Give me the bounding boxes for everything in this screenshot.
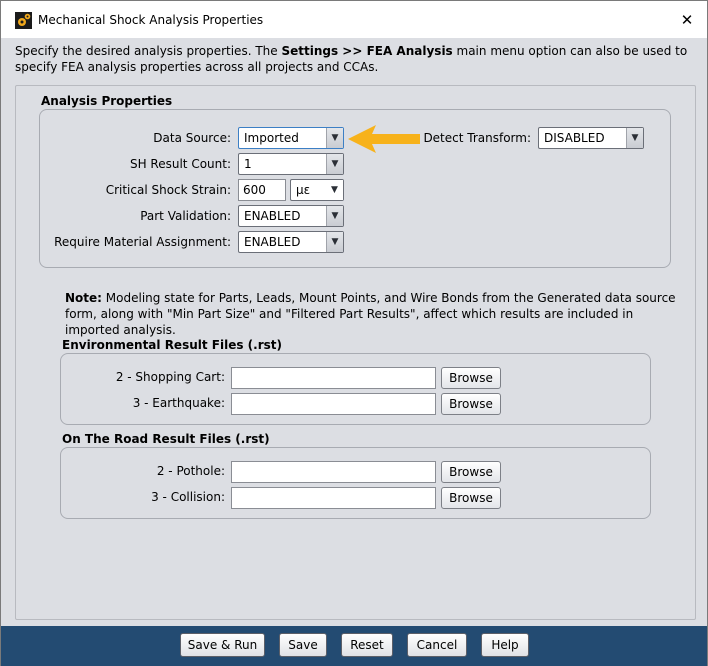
- sh-result-count-dropdown[interactable]: 1 ▼: [238, 153, 344, 175]
- part-validation-label: Part Validation:: [140, 209, 231, 223]
- pothole-label: 2 - Pothole:: [156, 464, 225, 478]
- detect-transform-label: Detect Transform:: [423, 131, 531, 145]
- data-source-value: Imported: [244, 131, 299, 145]
- chevron-down-icon: ▼: [326, 128, 343, 148]
- pothole-browse-button[interactable]: Browse: [441, 461, 501, 483]
- shopping-cart-file-input[interactable]: [231, 367, 436, 389]
- shopping-cart-label: 2 - Shopping Cart:: [115, 370, 225, 384]
- collision-browse-button[interactable]: Browse: [441, 487, 501, 509]
- require-material-value: ENABLED: [244, 235, 301, 249]
- environmental-files-title: Environmental Result Files (.rst): [62, 338, 282, 352]
- critical-shock-strain-label: Critical Shock Strain:: [105, 183, 231, 197]
- data-source-dropdown[interactable]: Imported ▼: [238, 127, 344, 149]
- chevron-down-icon: ▼: [626, 128, 643, 148]
- earthquake-label: 3 - Earthquake:: [132, 396, 225, 410]
- collision-label: 3 - Collision:: [151, 490, 225, 504]
- chevron-down-icon: ▼: [326, 232, 343, 252]
- title-bar: Mechanical Shock Analysis Properties ✕: [1, 1, 707, 38]
- earthquake-file-input[interactable]: [231, 393, 436, 415]
- detect-transform-value: DISABLED: [544, 131, 605, 145]
- collision-file-input[interactable]: [231, 487, 436, 509]
- footer-bar: Save & Run Save Reset Cancel Help: [1, 626, 707, 666]
- intro-text-start: Specify the desired analysis properties.…: [15, 44, 282, 58]
- chevron-down-icon: ▼: [326, 180, 343, 200]
- pothole-file-input[interactable]: [231, 461, 436, 483]
- note-body: Modeling state for Parts, Leads, Mount P…: [65, 291, 676, 337]
- analysis-properties-title: Analysis Properties: [41, 94, 173, 108]
- strain-unit-dropdown[interactable]: µε ▼: [290, 179, 344, 201]
- cancel-button[interactable]: Cancel: [407, 633, 467, 657]
- part-validation-dropdown[interactable]: ENABLED ▼: [238, 205, 344, 227]
- save-and-run-button[interactable]: Save & Run: [180, 633, 265, 657]
- strain-unit-value: µε: [296, 183, 311, 197]
- note-label: Note:: [65, 291, 102, 305]
- window-title: Mechanical Shock Analysis Properties: [38, 13, 264, 27]
- on-the-road-files-title: On The Road Result Files (.rst): [62, 432, 270, 446]
- data-source-label: Data Source:: [153, 131, 231, 145]
- sh-result-count-value: 1: [244, 157, 252, 171]
- earthquake-browse-button[interactable]: Browse: [441, 393, 501, 415]
- critical-shock-strain-input[interactable]: 600: [238, 179, 286, 201]
- shopping-cart-browse-button[interactable]: Browse: [441, 367, 501, 389]
- require-material-dropdown[interactable]: ENABLED ▼: [238, 231, 344, 253]
- help-button[interactable]: Help: [481, 633, 529, 657]
- app-gear-icon: [15, 12, 32, 29]
- reset-button[interactable]: Reset: [341, 633, 393, 657]
- chevron-down-icon: ▼: [326, 206, 343, 226]
- intro-text: Specify the desired analysis properties.…: [15, 43, 695, 75]
- chevron-down-icon: ▼: [326, 154, 343, 174]
- sh-result-count-label: SH Result Count:: [129, 157, 231, 171]
- save-button[interactable]: Save: [279, 633, 327, 657]
- intro-menu-path: Settings >> FEA Analysis: [281, 44, 453, 58]
- close-icon[interactable]: ✕: [673, 8, 701, 32]
- require-material-label: Require Material Assignment:: [54, 235, 231, 249]
- note-text: Note: Modeling state for Parts, Leads, M…: [65, 290, 685, 338]
- detect-transform-dropdown[interactable]: DISABLED ▼: [538, 127, 644, 149]
- dialog-window: Mechanical Shock Analysis Properties ✕ S…: [0, 0, 708, 666]
- part-validation-value: ENABLED: [244, 209, 301, 223]
